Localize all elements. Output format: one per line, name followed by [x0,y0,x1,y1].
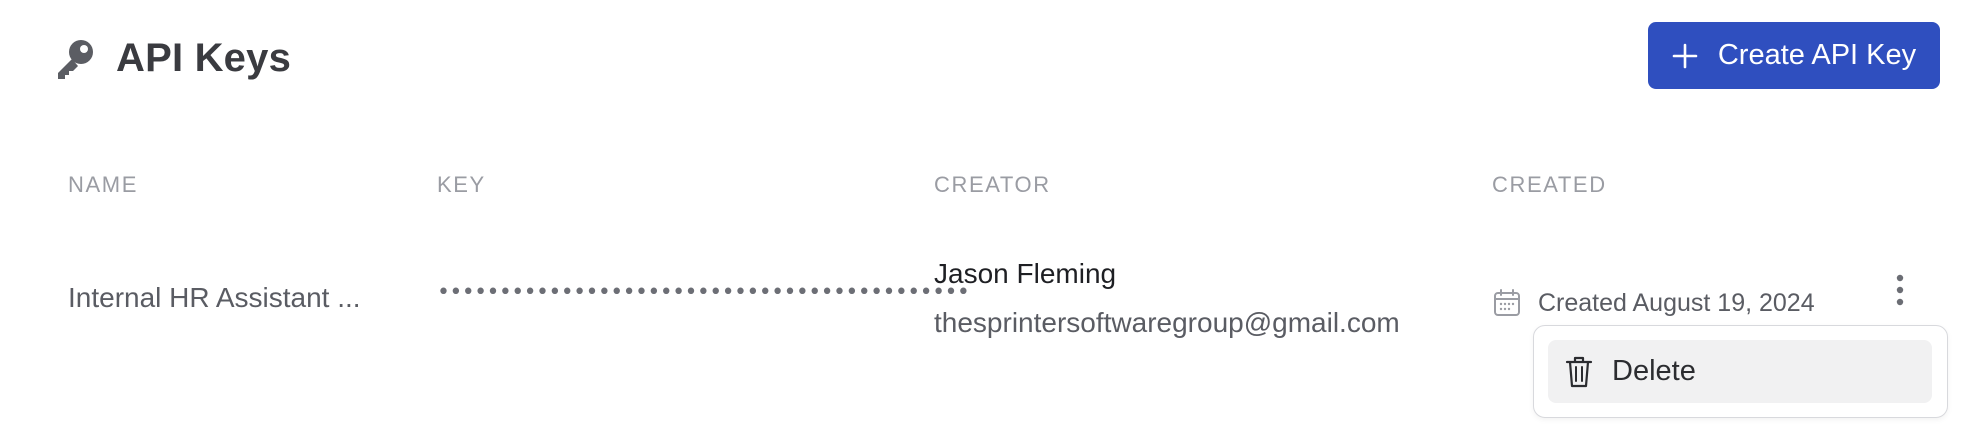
row-actions-menu: Delete [1533,325,1948,418]
more-vertical-icon [1895,273,1905,312]
api-key-name: Internal HR Assistant ... [68,282,361,313]
create-api-key-button[interactable]: Create API Key [1648,22,1940,89]
column-header-key[interactable]: KEY [437,172,486,198]
create-api-key-label: Create API Key [1717,39,1917,71]
api-key-masked-value: ••••••••••••••••••••••••••••••••••••••••… [437,280,970,305]
page-header: API Keys [52,30,291,86]
column-header-name[interactable]: NAME [68,172,138,198]
column-header-created[interactable]: CREATED [1492,172,1607,198]
key-icon [52,35,98,81]
plus-icon [1672,43,1698,69]
trash-icon [1564,355,1594,389]
creator-name: Jason Fleming [934,258,1117,289]
delete-menu-label: Delete [1612,355,1696,387]
creator-email: thesprintersoftwaregroup@gmail.com [934,307,1400,338]
page-title: API Keys [116,35,292,80]
calendar-icon [1492,288,1522,318]
created-date-cell: Created August 19, 2024 [1492,288,1815,318]
api-keys-page: API Keys Create API Key NAME KEY CREATOR… [0,0,1984,446]
row-actions-button[interactable] [1884,272,1916,312]
created-date-text: Created August 19, 2024 [1538,288,1815,317]
delete-menu-item[interactable]: Delete [1548,340,1932,403]
column-header-creator[interactable]: CREATOR [934,172,1051,198]
